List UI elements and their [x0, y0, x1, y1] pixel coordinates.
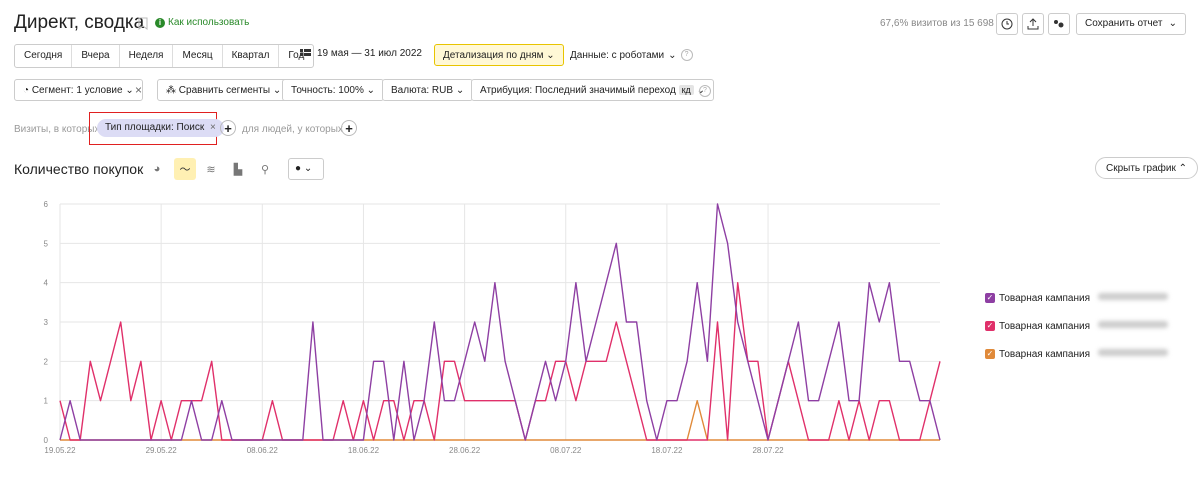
legend-label: Товарная кампания [999, 349, 1091, 360]
x-tick-label: 19.05.22 [44, 446, 76, 455]
currency-dropdown[interactable]: Валюта: RUB ⌄ [382, 79, 474, 101]
date-range-label: 19 мая — 31 июл 2022 [317, 48, 422, 59]
chevron-down-icon: ⌄ [455, 85, 465, 96]
add-visit-condition-button[interactable]: + [220, 120, 236, 136]
close-icon[interactable]: × [210, 122, 216, 133]
checkbox-icon[interactable]: ✓ [985, 349, 995, 359]
series-line [60, 399, 940, 441]
segment-label: Сегмент: 1 условие [31, 85, 123, 96]
save-report-button[interactable]: Сохранить отчет ⌄ [1076, 13, 1186, 35]
comment-icon: ● [295, 163, 302, 174]
y-tick-label: 4 [44, 279, 49, 288]
clock-icon [1001, 18, 1013, 30]
currency-label: Валюта: RUB [391, 85, 454, 96]
period-selector: Сегодня Вчера Неделя Месяц Квартал Год [14, 44, 315, 68]
chevron-down-icon: ⌄ [272, 85, 282, 96]
compare-icon: ⁂ [166, 85, 176, 96]
howto-label: Как использовать [168, 17, 250, 28]
export-button[interactable] [1022, 13, 1044, 35]
help-icon[interactable]: ? [680, 49, 693, 61]
chart-title: Количество покупок [14, 161, 144, 177]
checkbox-icon[interactable]: ✓ [985, 293, 995, 303]
close-icon[interactable]: × [135, 83, 142, 97]
date-range[interactable]: 19 мая — 31 июл 2022 [300, 48, 422, 59]
info-icon: i [155, 17, 165, 28]
robots-dropdown[interactable]: Данные: с роботами ⌄ ? [570, 49, 693, 61]
detail-dropdown[interactable]: Детализация по дням ⌄ [434, 44, 564, 66]
page-title: Директ, сводка [14, 12, 145, 33]
clock-button[interactable] [996, 13, 1018, 35]
map-pin-icon[interactable]: ⚲ [254, 158, 276, 180]
compare-segments-button[interactable]: ⁂ Сравнить сегменты ⌄ [157, 79, 291, 101]
x-tick-label: 08.07.22 [550, 446, 582, 455]
share-button[interactable] [1048, 13, 1070, 35]
chevron-down-icon: ⌄ [303, 163, 313, 174]
y-tick-label: 2 [44, 357, 49, 366]
chevron-down-icon: ⌄ [546, 50, 555, 61]
legend-label: Товарная кампания [999, 321, 1091, 332]
chevron-down-icon: ⌄ [125, 85, 134, 96]
y-tick-label: 6 [44, 200, 49, 209]
save-report-label: Сохранить отчет [1085, 18, 1163, 29]
hide-chart-label: Скрыть график [1106, 163, 1176, 174]
comments-button[interactable]: ● ⌄ [288, 158, 324, 180]
pie-icon: ◔ [23, 85, 30, 96]
legend-item[interactable]: ✓ Товарная кампания [985, 349, 1169, 360]
stacked-chart-icon[interactable]: ≋ [200, 158, 222, 180]
accuracy-label: Точность: 100% [291, 85, 364, 96]
accuracy-dropdown[interactable]: Точность: 100% ⌄ [282, 79, 385, 101]
blurred-text [1098, 293, 1169, 300]
people-condition-label: для людей, у которых [242, 124, 343, 135]
segment-chip-label: Тип площадки: Поиск [105, 122, 205, 133]
robots-label: Данные: с роботами [570, 49, 665, 61]
chevron-down-icon: ⌄ [366, 85, 376, 96]
blurred-text [1098, 349, 1169, 356]
chevron-down-icon: ⌄ [668, 49, 677, 61]
x-tick-label: 28.06.22 [449, 446, 481, 455]
x-tick-label: 18.07.22 [651, 446, 683, 455]
visits-info: 67,6% визитов из 15 698 [880, 18, 994, 29]
y-tick-label: 0 [44, 436, 49, 445]
upload-icon [1027, 18, 1039, 30]
howto-link[interactable]: i Как использовать [155, 17, 249, 28]
legend-label: Товарная кампания [999, 293, 1091, 304]
chevron-down-icon: ⌄ [1168, 18, 1177, 29]
y-tick-label: 5 [44, 239, 49, 248]
blurred-text [1098, 321, 1169, 328]
bookmark-icon[interactable] [138, 17, 148, 30]
x-tick-label: 28.07.22 [752, 446, 784, 455]
chevron-up-icon: ⌃ [1178, 163, 1188, 174]
y-tick-label: 3 [44, 318, 49, 327]
hide-chart-button[interactable]: Скрыть график ⌃ [1095, 157, 1199, 179]
period-yesterday[interactable]: Вчера [72, 45, 120, 67]
attribution-label: Атрибуция: Последний значимый переход [480, 85, 676, 96]
calendar-icon [300, 48, 311, 56]
bar-chart-icon[interactable]: ▙ [227, 158, 249, 180]
period-month[interactable]: Месяц [173, 45, 223, 67]
detail-label: Детализация по дням [443, 50, 544, 61]
share-icon [1054, 20, 1064, 28]
line-chart: 0 1 2 3 4 5 6 19.05.22 29.05.22 08.06.22 18.06.22 2… [44, 200, 941, 455]
x-tick-label: 08.06.22 [247, 446, 279, 455]
x-tick-label: 29.05.22 [146, 446, 178, 455]
segment-chip[interactable]: Тип площадки: Поиск × [97, 119, 224, 137]
attribution-badge: кд [678, 85, 694, 95]
period-today[interactable]: Сегодня [15, 45, 73, 67]
help-icon[interactable]: ? [699, 85, 711, 97]
compare-label: Сравнить сегменты [178, 85, 271, 96]
x-tick-label: 18.06.22 [348, 446, 380, 455]
checkbox-icon[interactable]: ✓ [985, 321, 995, 331]
y-tick-label: 1 [44, 397, 49, 406]
segment-dropdown[interactable]: ◔ Сегмент: 1 условие ⌄ [14, 79, 143, 101]
visits-condition-label: Визиты, в которых [14, 124, 100, 135]
pie-chart-icon[interactable]: ◕ [146, 158, 168, 180]
legend-item[interactable]: ✓ Товарная кампания [985, 293, 1169, 304]
add-people-condition-button[interactable]: + [341, 120, 357, 136]
legend-item[interactable]: ✓ Товарная кампания [985, 321, 1169, 332]
period-week[interactable]: Неделя [120, 45, 174, 67]
attribution-dropdown[interactable]: Атрибуция: Последний значимый переход кд… [471, 79, 714, 101]
period-quarter[interactable]: Квартал [223, 45, 280, 67]
line-chart-icon[interactable]: 〜 [174, 158, 196, 180]
